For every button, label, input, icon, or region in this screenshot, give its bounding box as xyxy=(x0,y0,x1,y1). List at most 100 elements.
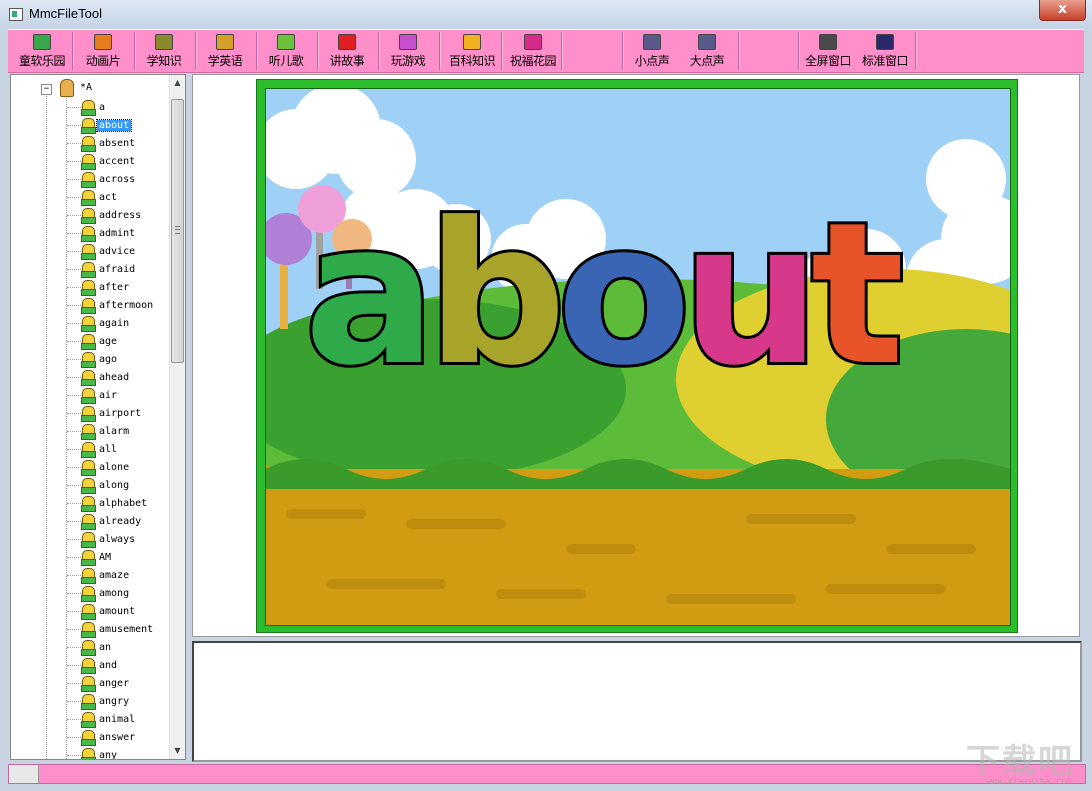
tree-connector xyxy=(67,557,81,558)
toolbar-button-11[interactable]: 大点声 xyxy=(681,34,733,70)
tree-item[interactable]: absent xyxy=(67,135,171,153)
toolbar-separator xyxy=(134,32,136,70)
tree-connector xyxy=(67,755,81,756)
tree-connector xyxy=(67,161,81,162)
tree-item[interactable]: alarm xyxy=(67,423,171,441)
toolbar-button-7[interactable]: 玩游戏 xyxy=(380,34,436,70)
collapse-toggle[interactable]: − xyxy=(41,84,52,95)
tree-item-label: alarm xyxy=(99,426,130,437)
tree-item[interactable]: act xyxy=(67,189,171,207)
toolbar-button-1[interactable]: 童软乐园 xyxy=(12,34,72,70)
tree-connector xyxy=(67,323,81,324)
word-text-panel[interactable] xyxy=(192,641,1082,762)
toolbar-button-9[interactable]: 祝福花园 xyxy=(503,34,563,70)
word-letter: b xyxy=(423,181,569,409)
toolbar-button-10[interactable]: 小点声 xyxy=(626,34,678,70)
tree-connector xyxy=(67,719,81,720)
tree-item[interactable]: address xyxy=(67,207,171,225)
toolbar-button-2[interactable]: 动画片 xyxy=(74,34,132,70)
tree-item-label: alphabet xyxy=(99,498,148,509)
scroll-up-arrow-icon[interactable]: ▲ xyxy=(170,75,185,91)
tree-item-label: accent xyxy=(99,156,136,167)
tree-item-label: amount xyxy=(99,606,136,617)
toolbar-button-4[interactable]: 学英语 xyxy=(197,34,253,70)
tree-item[interactable]: amaze xyxy=(67,567,171,585)
toolbar-button-12[interactable]: 全屏窗口 xyxy=(801,34,855,70)
tree-item[interactable]: advice xyxy=(67,243,171,261)
tree-root-icon xyxy=(60,79,74,97)
tree-item[interactable]: among xyxy=(67,585,171,603)
toolbar-button-8[interactable]: 百科知识 xyxy=(441,34,503,70)
tree-item-label: always xyxy=(99,534,136,545)
tree-item[interactable]: afraid xyxy=(67,261,171,279)
tree-item[interactable]: accent xyxy=(67,153,171,171)
tree-item[interactable]: alone xyxy=(67,459,171,477)
tree-item[interactable]: any xyxy=(67,747,171,759)
word-node-icon xyxy=(81,334,96,350)
tree-item[interactable]: again xyxy=(67,315,171,333)
tree-item[interactable]: an xyxy=(67,639,171,657)
tree-item[interactable]: across xyxy=(67,171,171,189)
tree-connector xyxy=(67,413,81,414)
tree-connector xyxy=(67,107,81,108)
tree-item[interactable]: airport xyxy=(67,405,171,423)
word-node-icon xyxy=(81,730,96,746)
tree-item[interactable]: angry xyxy=(67,693,171,711)
tree-item[interactable]: always xyxy=(67,531,171,549)
tree-item[interactable]: anger xyxy=(67,675,171,693)
tree-connector xyxy=(67,197,81,198)
tree-item[interactable]: ago xyxy=(67,351,171,369)
tree-item[interactable]: already xyxy=(67,513,171,531)
tree-item[interactable]: air xyxy=(67,387,171,405)
encyclopedia-icon xyxy=(463,34,481,50)
toolbar-button-5[interactable]: 听儿歌 xyxy=(258,34,314,70)
scroll-down-arrow-icon[interactable]: ▼ xyxy=(170,743,185,759)
close-button[interactable]: x xyxy=(1039,0,1086,21)
toolbar-button-13[interactable]: 标准窗口 xyxy=(857,34,913,70)
tree-item-label: about xyxy=(95,119,133,132)
tree-item[interactable]: a xyxy=(67,99,171,117)
toolbar-button-6[interactable]: 讲故事 xyxy=(319,34,375,70)
tree-item[interactable]: ahead xyxy=(67,369,171,387)
word-node-icon xyxy=(81,154,96,170)
tree-root-label[interactable]: *A xyxy=(80,82,92,93)
tree-connector xyxy=(67,179,81,180)
tree-item[interactable]: alphabet xyxy=(67,495,171,513)
tree-item-label: amusement xyxy=(99,624,154,635)
tree-item-label: alone xyxy=(99,462,130,473)
tree-item[interactable]: answer xyxy=(67,729,171,747)
tree-item[interactable]: admint xyxy=(67,225,171,243)
tree-item[interactable]: animal xyxy=(67,711,171,729)
toolbar-button-3[interactable]: 学知识 xyxy=(136,34,192,70)
tree-item-label: address xyxy=(99,210,142,221)
word-node-icon xyxy=(81,712,96,728)
scroll-thumb[interactable] xyxy=(171,99,184,363)
tree-item-label: answer xyxy=(99,732,136,743)
word-node-icon xyxy=(81,100,96,116)
toolbar-separator xyxy=(622,32,624,70)
tree-item[interactable]: amount xyxy=(67,603,171,621)
word-picture[interactable]: about xyxy=(265,88,1011,626)
title-bar[interactable]: MmcFileTool x xyxy=(0,0,1092,29)
tree-item[interactable]: aftermoon xyxy=(67,297,171,315)
tree-connector xyxy=(67,611,81,612)
tree-item-label: amaze xyxy=(99,570,130,581)
tree-item[interactable]: and xyxy=(67,657,171,675)
tree-connector xyxy=(67,521,81,522)
tree-scrollbar[interactable]: ▲ ▼ xyxy=(169,75,185,759)
song-icon xyxy=(277,34,295,50)
tree-item[interactable]: about xyxy=(67,117,171,135)
tree-connector xyxy=(67,575,81,576)
tree-connector xyxy=(67,287,81,288)
tree-item[interactable]: along xyxy=(67,477,171,495)
toolbar-separator xyxy=(378,32,380,70)
tree-item[interactable]: amusement xyxy=(67,621,171,639)
tree-connector xyxy=(67,665,81,666)
tree-item[interactable]: AM xyxy=(67,549,171,567)
status-bar xyxy=(8,764,1086,784)
word-node-icon xyxy=(81,640,96,656)
knowledge-icon xyxy=(155,34,173,50)
tree-item[interactable]: age xyxy=(67,333,171,351)
tree-item[interactable]: after xyxy=(67,279,171,297)
tree-item[interactable]: all xyxy=(67,441,171,459)
